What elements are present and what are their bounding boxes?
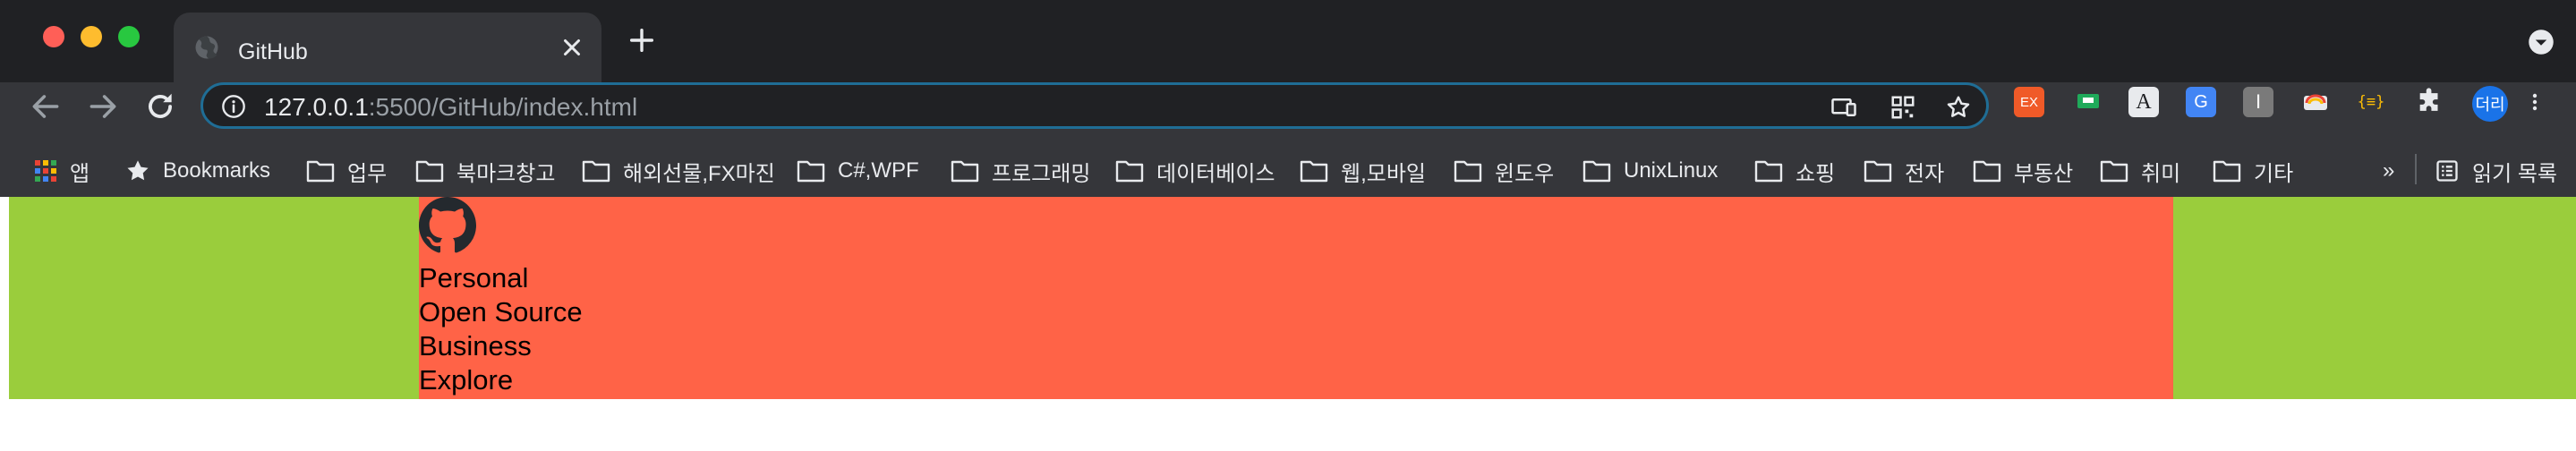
forward-icon[interactable] — [86, 89, 120, 123]
close-window-button[interactable] — [43, 26, 64, 47]
bookmark-label: 해외선물,FX마진 — [623, 161, 775, 186]
extension-ex-icon[interactable]: EX — [2014, 87, 2044, 117]
bookmark-label: 북마크창고 — [456, 161, 556, 186]
page-viewport: Personal Open Source Business Explore — [0, 197, 2576, 451]
bookmark-bookmarks[interactable]: Bookmarks — [125, 145, 270, 197]
reload-icon[interactable] — [143, 89, 177, 123]
bookmark-folder[interactable]: UnixLinux — [1582, 145, 1718, 197]
bookmark-label: 부동산 — [2014, 161, 2074, 186]
bookmark-folder[interactable]: 업무 — [306, 145, 387, 197]
bookmark-label: 데이터베이스 — [1156, 161, 1275, 186]
globe-icon — [195, 36, 218, 59]
bookmark-folder[interactable]: 북마크창고 — [415, 145, 555, 197]
reading-list-icon — [2436, 160, 2458, 182]
qr-code-icon[interactable] — [1889, 94, 1916, 121]
tab-title: GitHub — [238, 39, 308, 64]
url-host: 127.0.0.1 — [264, 93, 369, 121]
chevron-double-right-icon: » — [2383, 158, 2395, 183]
url-text[interactable]: 127.0.0.1:5500/GitHub/index.html — [264, 93, 637, 122]
bookmark-folder[interactable]: 프로그래밍 — [951, 145, 1090, 197]
apps-grid-icon — [35, 160, 56, 182]
bookmark-apps[interactable]: 앱 — [34, 145, 90, 197]
folder-icon — [415, 160, 444, 183]
github-octocat-icon[interactable] — [419, 197, 476, 254]
folder-icon — [2100, 160, 2128, 183]
header-inner — [419, 197, 2173, 399]
cast-icon[interactable] — [1830, 94, 1857, 121]
bookmark-label: C#,WPF — [838, 158, 919, 183]
folder-icon — [1864, 160, 1892, 183]
bookmark-label: 쇼핑 — [1796, 161, 1836, 186]
star-icon — [127, 160, 149, 181]
bookmarks-bar: 앱 Bookmarks 업무 북마크창고 해외선물,FX마진 C#,WPF 프로… — [0, 145, 2576, 197]
bookmark-label: 웹,모바일 — [1341, 161, 1426, 186]
site-info-icon[interactable] — [221, 94, 246, 119]
new-tab-icon[interactable] — [627, 25, 657, 55]
folder-icon — [797, 160, 825, 183]
rainbow-icon — [2304, 94, 2327, 110]
bookmark-folder[interactable]: 취미 — [2100, 145, 2180, 197]
back-icon[interactable] — [29, 89, 63, 123]
bookmark-label: 윈도우 — [1495, 161, 1555, 186]
bookmark-label: 업무 — [347, 161, 388, 186]
bookmark-label: UnixLinux — [1624, 158, 1719, 183]
main-menu: Personal Open Source Business Explore — [419, 261, 583, 397]
bookmark-folder[interactable]: 윈도우 — [1454, 145, 1554, 197]
folder-icon — [2213, 160, 2241, 183]
folder-icon — [1115, 160, 1144, 183]
reading-list-label: 읽기 목록 — [2472, 161, 2557, 186]
window-controls — [43, 26, 140, 47]
more-menu-icon[interactable] — [2524, 87, 2546, 117]
bookmark-star-icon[interactable] — [1945, 94, 1972, 121]
folder-icon — [306, 160, 335, 183]
bookmark-label: 기타 — [2254, 161, 2294, 186]
bookmark-folder[interactable]: 부동산 — [1973, 145, 2073, 197]
bookmark-folder[interactable]: 쇼핑 — [1754, 145, 1835, 197]
menu-item-open-source[interactable]: Open Source — [419, 295, 583, 329]
menu-item-explore[interactable]: Explore — [419, 363, 583, 397]
bookmark-label: 프로그래밍 — [992, 161, 1091, 186]
extension-json-icon[interactable]: {≡} — [2356, 87, 2386, 117]
reading-list-button[interactable]: 읽기 목록 — [2435, 145, 2557, 197]
bookmark-label: Bookmarks — [163, 158, 271, 183]
google-translate-icon[interactable]: G — [2186, 87, 2216, 117]
folder-icon — [1582, 160, 1611, 183]
bookmark-folder[interactable]: 기타 — [2213, 145, 2293, 197]
folder-icon — [1454, 160, 1482, 183]
minimize-window-button[interactable] — [81, 26, 102, 47]
profile-avatar[interactable]: 더리 — [2472, 86, 2508, 122]
tab-search-icon[interactable] — [2528, 29, 2555, 55]
folder-icon — [582, 160, 610, 183]
bookmark-label: 전자 — [1905, 161, 1945, 186]
bookmark-folder[interactable]: 전자 — [1864, 145, 1944, 197]
folder-icon — [1754, 160, 1783, 183]
extension-rainbow-icon[interactable] — [2300, 87, 2331, 117]
extension-i-icon[interactable]: I — [2243, 87, 2273, 117]
extension-green-icon[interactable] — [2073, 87, 2103, 117]
bookmark-folder[interactable]: 해외선물,FX마진 — [582, 145, 775, 197]
close-tab-icon[interactable] — [559, 34, 585, 61]
folder-icon — [951, 160, 979, 183]
address-bar[interactable]: 127.0.0.1:5500/GitHub/index.html — [200, 82, 1989, 129]
folder-icon — [1973, 160, 2001, 183]
maximize-window-button[interactable] — [118, 26, 140, 47]
url-path: :5500/GitHub/index.html — [368, 93, 638, 121]
bookmark-folder[interactable]: 데이터베이스 — [1115, 145, 1275, 197]
folder-icon — [1300, 160, 1328, 183]
menu-item-personal[interactable]: Personal — [419, 261, 583, 295]
bookmark-folder[interactable]: C#,WPF — [797, 145, 919, 197]
browser-tab[interactable]: GitHub — [174, 13, 601, 82]
green-screen-icon — [2077, 94, 2099, 108]
bookmarks-divider — [2415, 154, 2417, 184]
bookmarks-overflow-button[interactable]: » — [2383, 145, 2394, 197]
extensions-puzzle-icon[interactable] — [2415, 87, 2445, 117]
tab-strip: GitHub — [0, 0, 2576, 82]
menu-item-business[interactable]: Business — [419, 329, 583, 363]
bookmark-label: 앱 — [70, 161, 90, 186]
extension-font-icon[interactable]: A — [2128, 87, 2159, 117]
bookmark-label: 취미 — [2141, 161, 2181, 186]
bookmark-folder[interactable]: 웹,모바일 — [1300, 145, 1426, 197]
